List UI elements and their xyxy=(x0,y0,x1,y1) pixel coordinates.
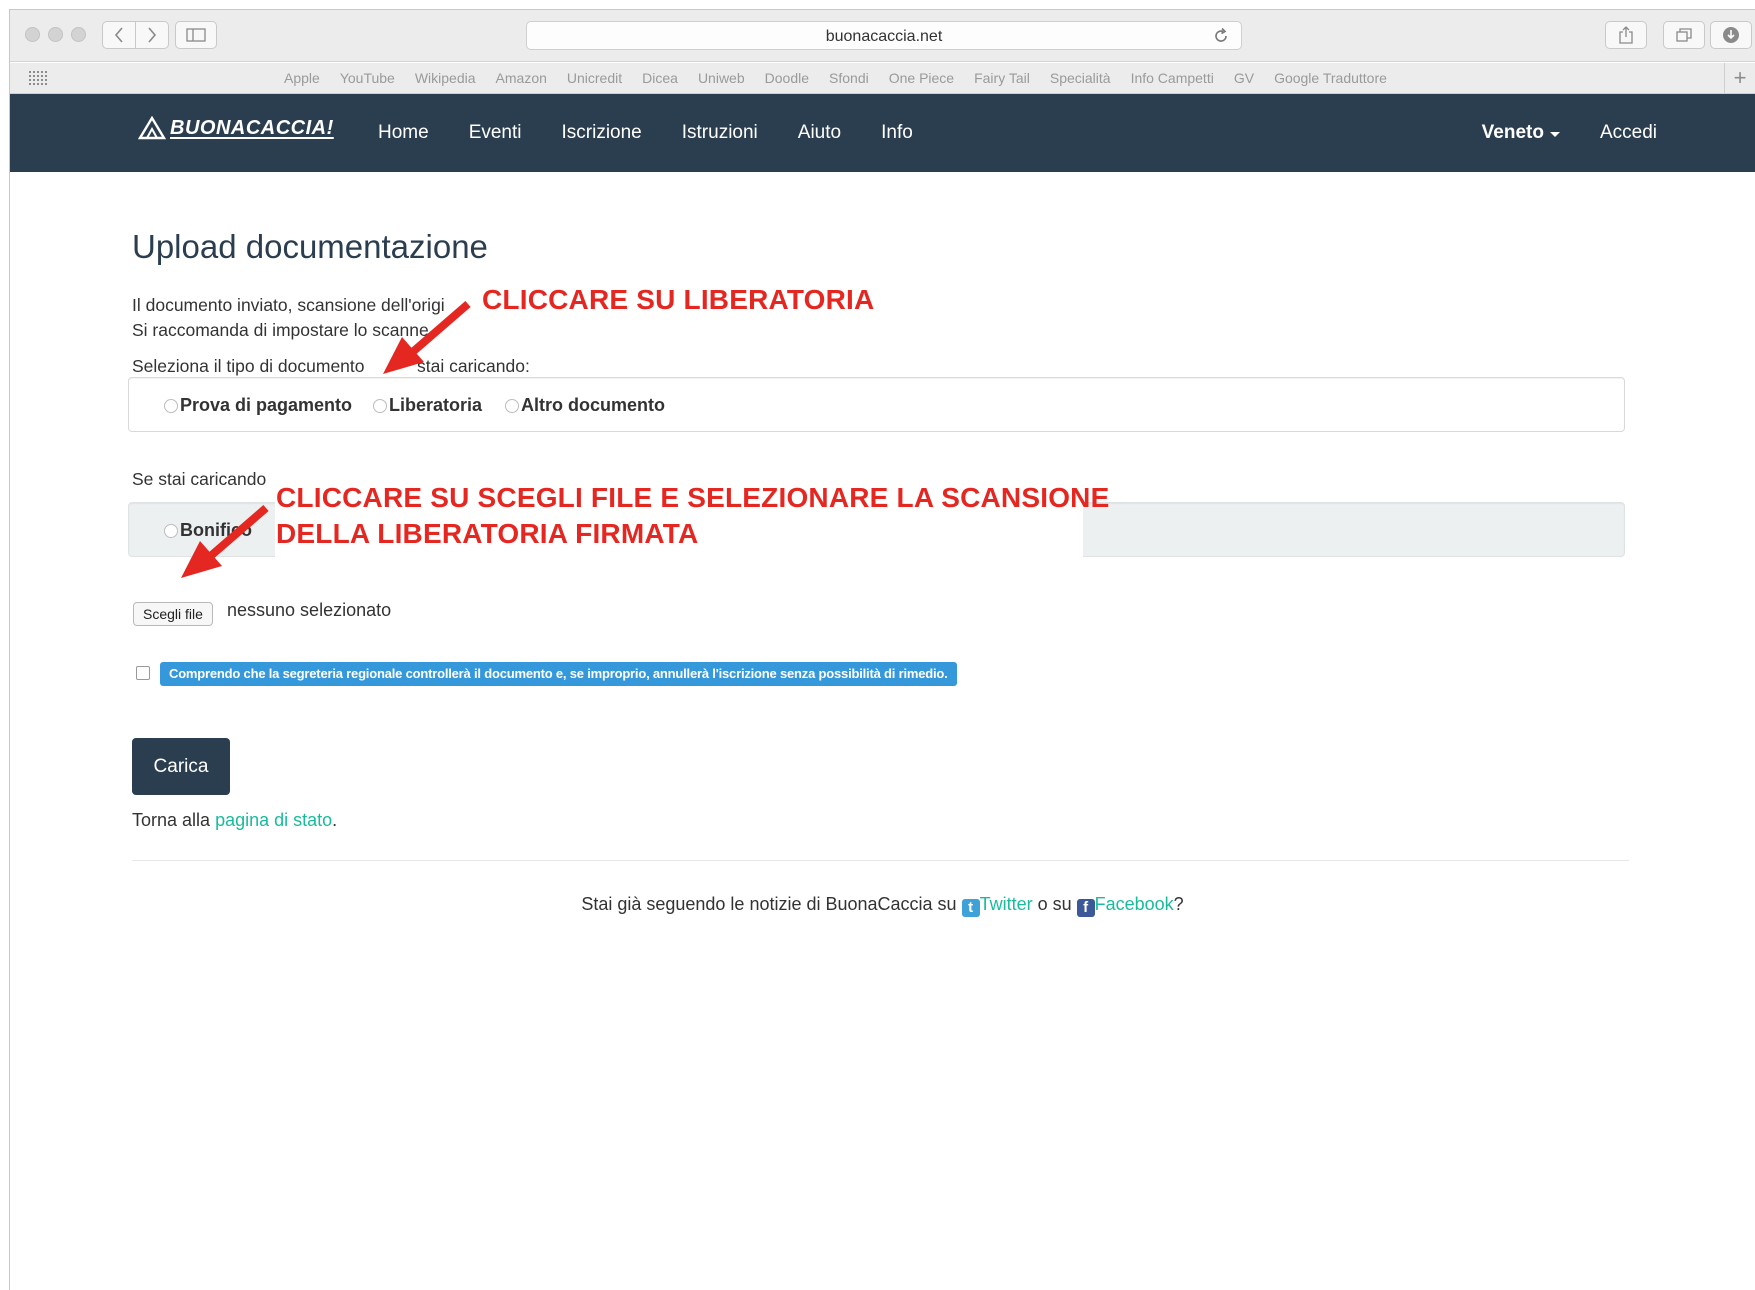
annotation-arrows xyxy=(181,300,471,578)
browser-window: buonacaccia.net Apple YouTube Wikipedia xyxy=(9,9,1755,1290)
arrow-icon xyxy=(383,300,471,374)
arrow-icon xyxy=(181,504,269,578)
